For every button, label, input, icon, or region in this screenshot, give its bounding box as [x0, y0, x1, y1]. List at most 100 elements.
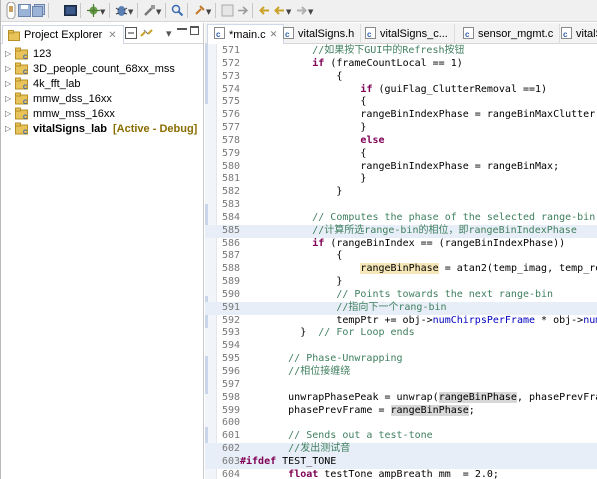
line-number: 595 [221, 353, 240, 365]
code-line[interactable]: 573 { [205, 71, 597, 84]
code-line[interactable]: 582 } [205, 186, 597, 199]
code-line[interactable]: 603 #ifdef TEST_TONE [205, 455, 597, 469]
code-line[interactable]: 601 // Sends out a test-tone [205, 430, 597, 443]
code-line[interactable]: 598 unwrapPhasePeak = unwrap(rangeBinPha… [205, 391, 597, 405]
code-line[interactable]: 586 if (rangeBinIndex == (rangeBinIndexP… [205, 238, 597, 251]
project-item-1[interactable]: ▷ C 3D_people_count_68xx_mss [0, 61, 203, 76]
project-item-0[interactable]: ▷ C 123 [0, 46, 203, 61]
editor-tab-2[interactable]: c vitalSigns_c... [359, 24, 455, 44]
expand-icon[interactable]: ▷ [5, 64, 15, 73]
svg-text:C: C [23, 130, 28, 135]
editor-tab-label: sensor_mgmt.c [478, 28, 554, 40]
code-line[interactable]: 577 } [205, 122, 597, 135]
code-line[interactable]: 602 //发出测试音 [205, 443, 597, 456]
code-text: } [240, 173, 367, 185]
project-item-5[interactable]: ▷ CvitalSigns_lab [Active - Debug] [0, 121, 203, 136]
c-file-icon: c [561, 26, 572, 42]
code-text: unwrapPhasePeak = unwrap(rangeBinPhase, … [240, 391, 597, 403]
project-item-2[interactable]: ▷ C 4k_fft_lab [0, 76, 203, 91]
line-number: 597 [221, 378, 240, 390]
code-line[interactable]: 581 } [205, 173, 597, 186]
code-line[interactable]: 590 // Points towards the next range-bin [205, 289, 597, 302]
line-number: 582 [221, 186, 240, 198]
minimize-icon[interactable] [177, 28, 187, 30]
search-icon[interactable] [170, 3, 185, 18]
code-editor[interactable]: 571 //如果按下GUI中的Refresh按钮 572 if (frameCou… [205, 44, 597, 479]
pin-icon[interactable] [192, 3, 207, 18]
code-line[interactable]: 579 { [205, 148, 597, 161]
project-item-3[interactable]: ▷ Cmmw_dss_16xx [0, 91, 203, 106]
close-icon[interactable]: ✕ [108, 30, 116, 41]
editor-tab-1[interactable]: c vitalSigns.h [277, 24, 362, 44]
line-number: 603 [221, 455, 240, 467]
code-line[interactable]: 574 if (guiFlag_ClutterRemoval ==1) [205, 84, 597, 97]
svg-text:C: C [23, 55, 28, 60]
editor-tab-4[interactable]: cvitalS [555, 24, 597, 44]
code-line[interactable]: 596 //相位接缠绕 [205, 366, 597, 379]
code-line[interactable]: 594 [205, 340, 597, 353]
code-line[interactable]: 585 //计算所选range-bin的相位，即rangeBinIndexPha… [205, 224, 597, 238]
line-number: 583 [221, 199, 240, 211]
last-edit-icon[interactable] [257, 3, 272, 18]
project-folder-icon: C [15, 122, 30, 136]
code-text: } // For Loop ends [240, 327, 415, 339]
code-text: } [240, 122, 367, 134]
code-line[interactable]: 583 [205, 199, 597, 212]
c-file-icon: c [283, 26, 294, 42]
back-icon[interactable] [272, 3, 287, 18]
code-line[interactable]: 604 float testTone_ampBreath_mm = 2.0; [205, 469, 597, 479]
terminal-icon[interactable] [63, 3, 78, 18]
editor-tab-label: *main.c [229, 28, 266, 41]
project-tree: ▷ C 123 ▷ C 3D_people_count_68xx_mss ▷ C 4k_fft_… [0, 44, 203, 136]
expand-icon[interactable]: ▷ [5, 49, 15, 58]
code-line[interactable]: 591 //指向下一个rang-bin [205, 301, 597, 315]
line-number: 581 [221, 173, 240, 185]
project-item-4[interactable]: ▷ Cmmw_mss_16xx [0, 106, 203, 121]
debug-icon[interactable] [114, 3, 129, 18]
line-number: 575 [221, 96, 240, 108]
save-all-icon[interactable] [31, 3, 46, 18]
editor-tab-0[interactable]: c *main.c ✕ [207, 24, 285, 44]
line-number: 579 [221, 147, 240, 159]
code-line[interactable]: 597 [205, 379, 597, 392]
code-line[interactable]: 580 rangeBinIndexPhase = rangeBinMax; [205, 161, 597, 174]
view-menu-icon[interactable]: ▾ [166, 27, 176, 40]
line-number: 596 [221, 366, 240, 377]
code-line[interactable]: 572 if (frameCountLocal == 1) [205, 58, 597, 71]
code-line[interactable]: 592 tempPtr += obj->numChirpsPerFrame * … [205, 315, 597, 328]
project-explorer-tab[interactable]: Project Explorer ✕ [2, 25, 124, 44]
maximize-icon[interactable] [190, 26, 199, 35]
expand-icon[interactable]: ▷ [5, 79, 15, 88]
code-line[interactable]: 587 { [205, 250, 597, 263]
code-line[interactable]: 588 rangeBinPhase = atan2(temp_imag, tem… [205, 263, 597, 276]
code-line[interactable]: 589 } [205, 276, 597, 289]
code-line[interactable]: 600 [205, 417, 597, 430]
code-line[interactable]: 571 //如果按下GUI中的Refresh按钮 [205, 45, 597, 58]
expand-icon[interactable]: ▷ [5, 94, 15, 103]
external-tools-icon[interactable] [142, 3, 157, 18]
editor-tab-3[interactable]: c sensor_mgmt.c [457, 24, 561, 44]
code-line[interactable]: 578 else [205, 135, 597, 148]
code-line[interactable]: 593 } // For Loop ends [205, 327, 597, 340]
code-line[interactable]: 595 // Phase-Unwrapping [205, 353, 597, 366]
toggle-mark-icon[interactable] [220, 3, 235, 18]
expand-icon[interactable]: ▷ [5, 124, 15, 133]
build-icon[interactable] [86, 3, 101, 18]
project-item-label: mmw_mss_16xx [33, 107, 115, 120]
code-text: { [240, 147, 367, 159]
project-folder-icon: C [15, 47, 30, 61]
link-with-editor-icon[interactable] [140, 27, 153, 39]
debug-perspective-icon[interactable] [3, 2, 18, 19]
code-line[interactable]: 584 // Computes the phase of the selecte… [205, 212, 597, 225]
code-text: } [240, 276, 343, 288]
collapse-all-icon[interactable] [125, 27, 137, 39]
code-line[interactable]: 599 phasePrevFrame = rangeBinPhase; [205, 404, 597, 418]
svg-text:C: C [23, 115, 28, 120]
save-icon[interactable] [17, 3, 32, 18]
code-line[interactable]: 576 rangeBinIndexPhase = rangeBinMaxClut… [205, 109, 597, 122]
forward-icon[interactable] [294, 3, 309, 18]
next-annotation-icon[interactable] [235, 3, 250, 18]
code-text: else [360, 134, 385, 146]
code-line[interactable]: 575 { [205, 96, 597, 109]
expand-icon[interactable]: ▷ [5, 109, 15, 118]
